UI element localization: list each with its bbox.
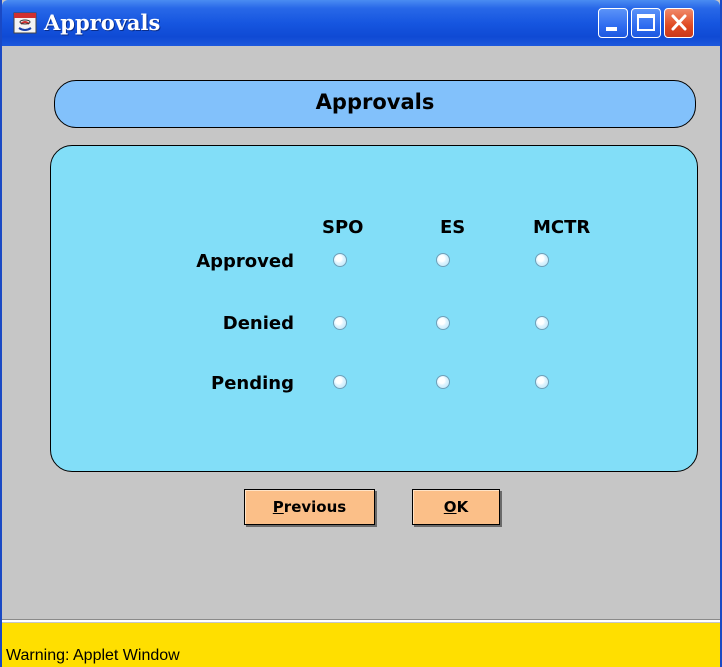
applet-warning-text: Warning: Applet Window xyxy=(6,647,180,664)
close-icon xyxy=(671,14,687,31)
java-applet-icon[interactable] xyxy=(12,10,38,36)
radio-approved-spo[interactable] xyxy=(333,253,347,267)
radio-pending-spo[interactable] xyxy=(333,375,347,389)
radio-denied-mctr[interactable] xyxy=(535,316,549,330)
radio-pending-mctr[interactable] xyxy=(535,375,549,389)
header-panel: Approvals xyxy=(54,80,696,128)
minimize-icon xyxy=(606,27,617,31)
radio-pending-es[interactable] xyxy=(436,375,450,389)
radio-denied-es[interactable] xyxy=(436,316,450,330)
row-label-approved: Approved xyxy=(196,251,294,272)
ok-label: K xyxy=(456,498,469,516)
radio-approved-es[interactable] xyxy=(436,253,450,267)
ok-mnemonic: O xyxy=(443,498,457,516)
column-header-es: ES xyxy=(440,217,466,238)
panel-title: Approvals xyxy=(315,90,435,114)
row-label-pending: Pending xyxy=(211,373,294,394)
approval-panel: SPO ES MCTR Approved Denied Pending xyxy=(50,145,698,472)
window-title: Approvals xyxy=(44,10,161,35)
row-label-denied: Denied xyxy=(222,313,294,334)
minimize-button[interactable] xyxy=(598,8,628,38)
applet-window: Approvals Approvals SPO ES MCTR Approved… xyxy=(0,0,722,667)
maximize-button[interactable] xyxy=(631,8,661,38)
maximize-icon xyxy=(637,14,655,31)
status-divider xyxy=(2,619,720,622)
title-bar[interactable]: Approvals xyxy=(2,0,720,46)
ok-button[interactable]: OK xyxy=(412,489,500,525)
previous-button[interactable]: Previous xyxy=(244,489,375,525)
radio-denied-spo[interactable] xyxy=(333,316,347,330)
column-header-spo: SPO xyxy=(322,217,364,238)
previous-mnemonic: P xyxy=(272,498,284,516)
applet-warning-bar: Warning: Applet Window xyxy=(2,623,720,667)
column-header-mctr: MCTR xyxy=(533,217,591,238)
previous-label: revious xyxy=(283,498,347,516)
close-button[interactable] xyxy=(664,8,694,38)
radio-approved-mctr[interactable] xyxy=(535,253,549,267)
